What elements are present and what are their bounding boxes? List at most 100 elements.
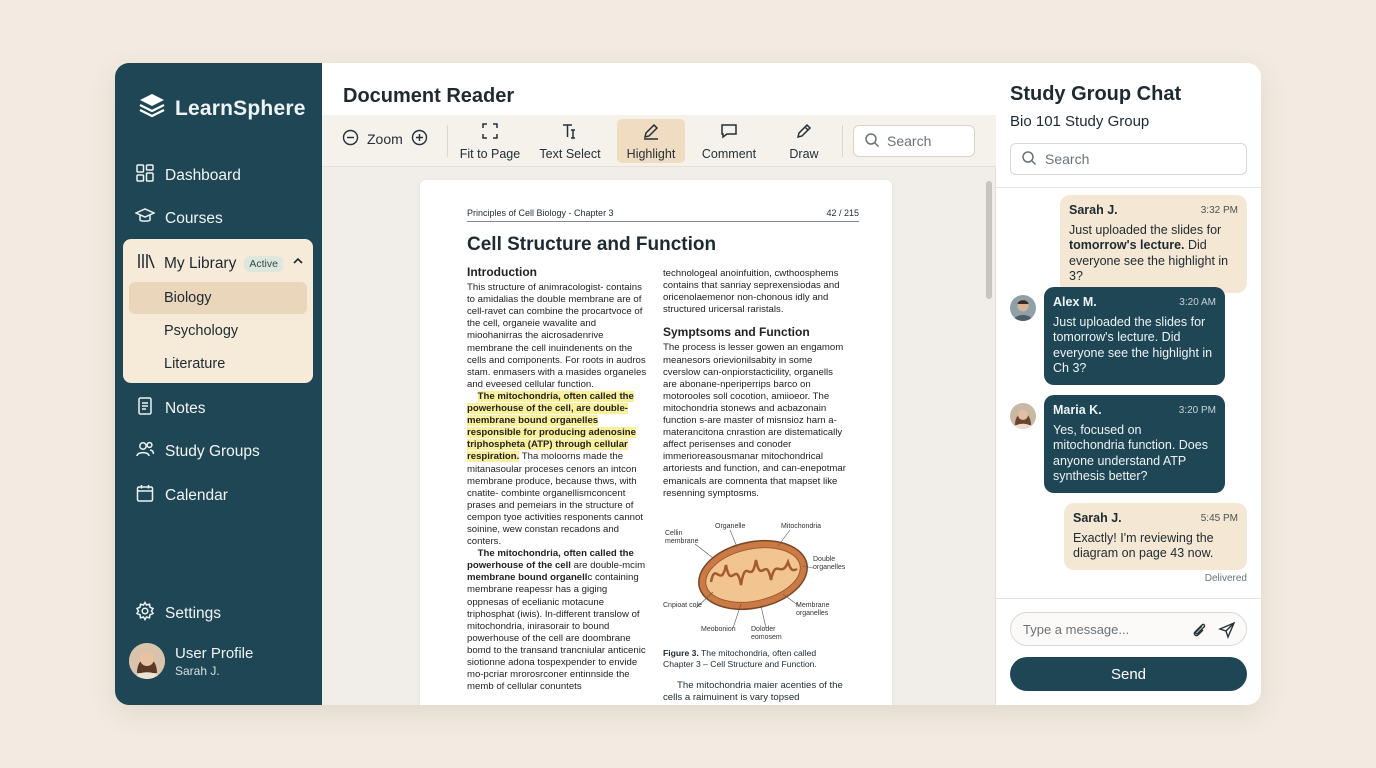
chat-message[interactable]: Alex M. 3:20 AM Just uploaded the slides … [1044, 287, 1225, 385]
sidebar-item-courses[interactable]: Courses [134, 206, 223, 231]
chat-message[interactable]: Sarah J. 3:32 PM Just uploaded the slides… [1060, 195, 1247, 293]
document-reader: Document Reader Zoom Fit to Page Text Se… [322, 63, 996, 705]
message-author: Sarah J. [1069, 203, 1118, 217]
message-placeholder: Type a message... [1023, 621, 1130, 637]
zoom-in-icon[interactable] [411, 129, 428, 149]
column-left: Introduction This structure of animracol… [467, 266, 651, 693]
paragraph[interactable]: The mitochondria maier acenties of the c… [663, 680, 847, 704]
fit-to-page-button[interactable]: Fit to Page [456, 119, 524, 163]
sidebar-item-calendar[interactable]: Calendar [135, 483, 228, 508]
brand[interactable]: LearnSphere [137, 91, 306, 126]
paragraph-text: This structure of animracologist- contai… [467, 282, 647, 390]
library-item-biology[interactable]: Biology [129, 282, 307, 314]
reader-toolbar: Zoom Fit to Page Text Select Highlight C… [322, 115, 996, 167]
message-text: Exactly! I'm reviewing the diagram on pa… [1073, 530, 1214, 561]
search-placeholder: Search [887, 133, 932, 149]
document-title: Cell Structure and Function [467, 234, 717, 255]
message-text-bold: tomorrow's lecture. [1069, 238, 1185, 252]
chevron-up-icon[interactable] [291, 254, 305, 273]
library-section: My Library Active Biology Psychology Lit… [123, 239, 313, 383]
chat-title: Study Group Chat [1010, 83, 1182, 105]
document-page: Principles of Cell Biology - Chapter 3 4… [420, 180, 892, 705]
highlight-button[interactable]: Highlight [617, 119, 685, 163]
diagram-label: Mitochondria [781, 523, 822, 530]
paragraph[interactable]: This structure of animracologist- contai… [467, 282, 651, 548]
chat-group-name: Bio 101 Study Group [1010, 113, 1150, 130]
profile-name: User Profile [175, 644, 254, 662]
divider [996, 187, 1261, 188]
pencil-icon [794, 121, 814, 144]
layers-logo-icon [137, 91, 167, 126]
brand-name: LearnSphere [175, 96, 306, 120]
sidebar-item-settings[interactable]: Settings [135, 601, 221, 626]
profile-username: Sarah J. [175, 663, 220, 678]
mitochondria-diagram[interactable]: Cellin membrane Organelle Mitochondria D… [663, 520, 853, 641]
message-text: Yes, focused on mitochondria function. D… [1053, 422, 1208, 484]
paperclip-icon[interactable] [1190, 621, 1208, 642]
diagram-label: Cellin membrane [665, 530, 699, 545]
paragraph[interactable]: technologeal anoinfuition, cwthoosphems … [663, 268, 847, 316]
avatar [129, 643, 165, 679]
diagram-label: Cnpioat cole [663, 602, 702, 609]
comment-button[interactable]: Comment [695, 119, 763, 163]
sidebar-item-label: Study Groups [165, 442, 260, 460]
sidebar-item-label: Calendar [165, 486, 228, 504]
status-badge: Active [244, 255, 283, 272]
column-right: technologeal anoinfuition, cwthoosphems … [663, 268, 847, 500]
library-icon [136, 251, 156, 276]
text-cursor-icon [560, 121, 580, 144]
diagram-label: Double organelles [813, 556, 846, 571]
sidebar: LearnSphere Dashboard Courses My Library… [115, 63, 322, 705]
reader-scrollbar[interactable] [986, 181, 992, 299]
sidebar-item-label: Dashboard [165, 166, 241, 184]
delivery-status: Delivered [1204, 573, 1247, 584]
paragraph[interactable]: The process is lesser gowen an engamom m… [663, 342, 847, 499]
tool-label: Fit to Page [459, 147, 521, 161]
page-title: Document Reader [343, 85, 515, 107]
zoom-out-icon[interactable] [342, 129, 359, 149]
comment-icon [719, 121, 739, 144]
paragraph[interactable]: The mitochondria, often called the power… [467, 548, 651, 693]
sidebar-item-my-library[interactable]: My Library Active [136, 251, 305, 276]
chat-search-input[interactable]: Search [1010, 143, 1247, 175]
section-heading: Introduction [467, 265, 537, 279]
avatar [1010, 295, 1036, 321]
document-search-input[interactable]: Search [853, 125, 975, 157]
caption-label: Figure 3. [663, 648, 699, 658]
message-input[interactable]: Type a message... [1010, 612, 1247, 646]
graduation-cap-icon [134, 206, 156, 231]
send-button[interactable]: Send [1010, 657, 1247, 691]
page-header: Principles of Cell Biology - Chapter 3 4… [467, 208, 859, 222]
message-text: Just uploaded the slides for tomorrow's … [1053, 314, 1213, 376]
text-select-button[interactable]: Text Select [534, 119, 606, 163]
sidebar-item-label: Settings [165, 604, 222, 622]
user-profile[interactable]: User Profile Sarah J. [129, 643, 253, 679]
users-icon [135, 439, 155, 464]
message-text: Just uploaded the slides for tomorrow's … [1069, 223, 1238, 285]
sidebar-item-notes[interactable]: Notes [135, 396, 206, 421]
tool-label: Draw [789, 147, 819, 161]
sidebar-item-study-groups[interactable]: Study Groups [135, 439, 260, 464]
paragraph-text: are double-mcim [570, 560, 646, 572]
sidebar-item-label: Notes [165, 399, 206, 417]
search-placeholder: Search [1045, 151, 1090, 167]
message-text-part: Just uploaded the slides for [1069, 222, 1222, 237]
search-icon [1021, 150, 1037, 169]
diagram-label: Membrane organelles [796, 602, 830, 617]
library-item-literature[interactable]: Literature [129, 348, 307, 380]
draw-button[interactable]: Draw [774, 119, 834, 163]
message-time: 5:45 PM [1200, 513, 1238, 524]
sidebar-item-dashboard[interactable]: Dashboard [135, 163, 241, 188]
library-item-psychology[interactable]: Psychology [129, 315, 307, 347]
message-time: 3:20 AM [1179, 297, 1216, 308]
bold-text: membrane bound organell [467, 572, 588, 584]
app-window: LearnSphere Dashboard Courses My Library… [115, 63, 1261, 705]
avatar [1010, 403, 1036, 429]
send-icon[interactable] [1218, 621, 1236, 642]
chat-message[interactable]: Sarah J. 5:45 PM Exactly! I'm reviewing t… [1064, 503, 1247, 570]
chat-message[interactable]: Maria K. 3:20 PM Yes, focused on mitochon… [1044, 395, 1225, 493]
paragraph-text: Tha moloorns made the mitanasoular proce… [467, 451, 643, 548]
tool-label: Highlight [626, 147, 676, 161]
toolbar-divider [842, 125, 843, 157]
pen-icon [641, 121, 661, 144]
